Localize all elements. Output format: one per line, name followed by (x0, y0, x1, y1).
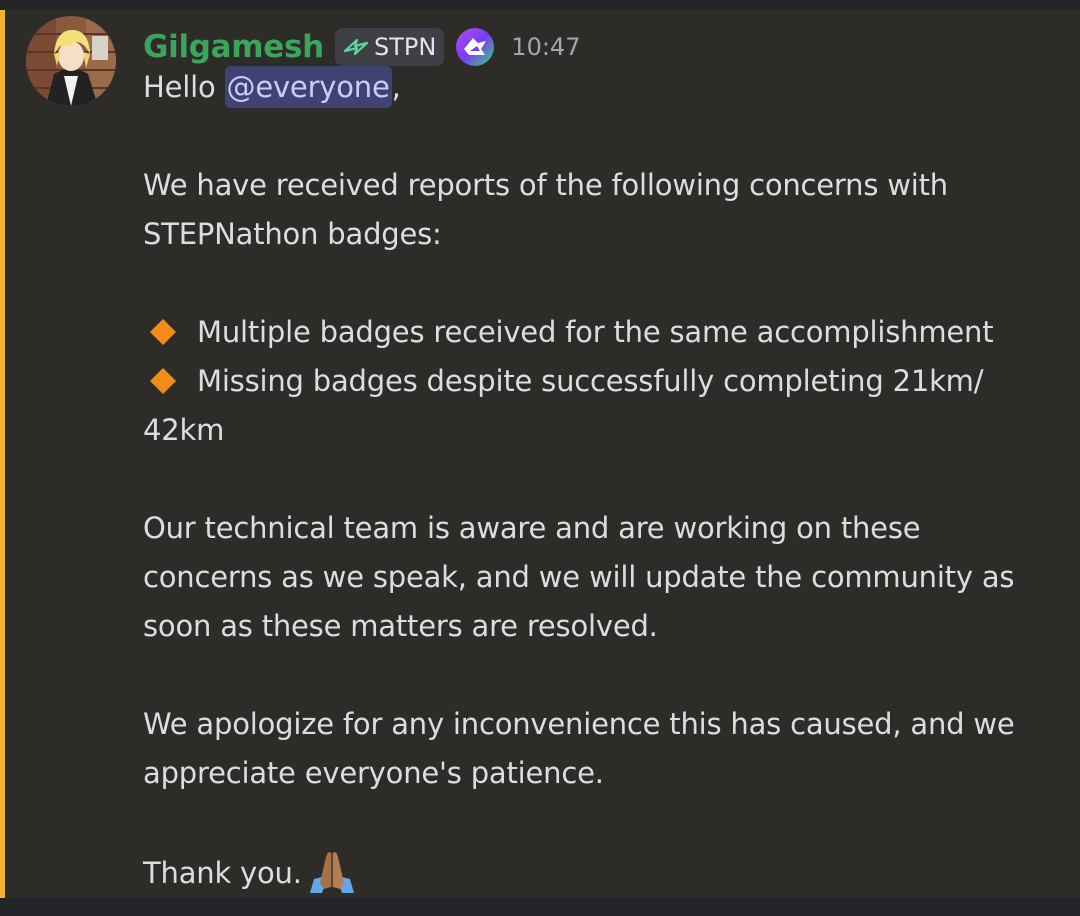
lightning-bolt-icon (343, 38, 369, 56)
paragraph-line: We have received reports of the followin… (143, 168, 948, 202)
greeting-line: Hello @everyone, (143, 63, 1063, 112)
orange-diamond-icon (150, 319, 176, 345)
bottom-border (0, 898, 1080, 916)
top-border (0, 0, 1080, 10)
paragraph-line: We apologize for any inconvenience this … (143, 707, 1015, 741)
role-tag[interactable]: STPN (334, 28, 445, 66)
folded-hands-emoji-icon[interactable] (308, 847, 356, 895)
server-badge-icon[interactable] (455, 27, 495, 67)
orange-diamond-icon (150, 368, 176, 394)
mention-highlight-bar (0, 10, 5, 898)
discord-app-frame: Gilgamesh STPN 10:47 Hello @everyone, We… (0, 0, 1080, 916)
chat-message[interactable]: Gilgamesh STPN 10:47 Hello @everyone, We… (0, 10, 1080, 898)
bullet-item: Multiple badges received for the same ac… (143, 308, 1063, 357)
paragraph-line: soon as these matters are resolved. (143, 609, 658, 643)
bullet-continuation: 42km (143, 413, 225, 447)
closing-line: Thank you. (143, 847, 1063, 898)
role-tag-label: STPN (373, 33, 437, 61)
paragraph-line: concerns as we speak, and we will update… (143, 560, 1015, 594)
paragraph-line: STEPNathon badges: (143, 217, 442, 251)
greeting-punctuation: , (391, 70, 401, 104)
timestamp[interactable]: 10:47 (511, 33, 580, 61)
greeting-text: Hello (143, 70, 225, 104)
paragraph-line: appreciate everyone's patience. (143, 756, 604, 790)
paragraph-line: Our technical team is aware and are work… (143, 511, 921, 545)
author-name[interactable]: Gilgamesh (143, 29, 324, 65)
bullet-item: Missing badges despite successfully comp… (143, 357, 1063, 406)
bullet-text: Missing badges despite successfully comp… (197, 364, 984, 398)
avatar[interactable] (26, 16, 116, 106)
everyone-mention[interactable]: @everyone (224, 66, 392, 108)
bullet-text: Multiple badges received for the same ac… (197, 315, 994, 349)
closing-text: Thank you. (143, 856, 302, 890)
message-content: Hello @everyone, We have received report… (143, 63, 1063, 898)
